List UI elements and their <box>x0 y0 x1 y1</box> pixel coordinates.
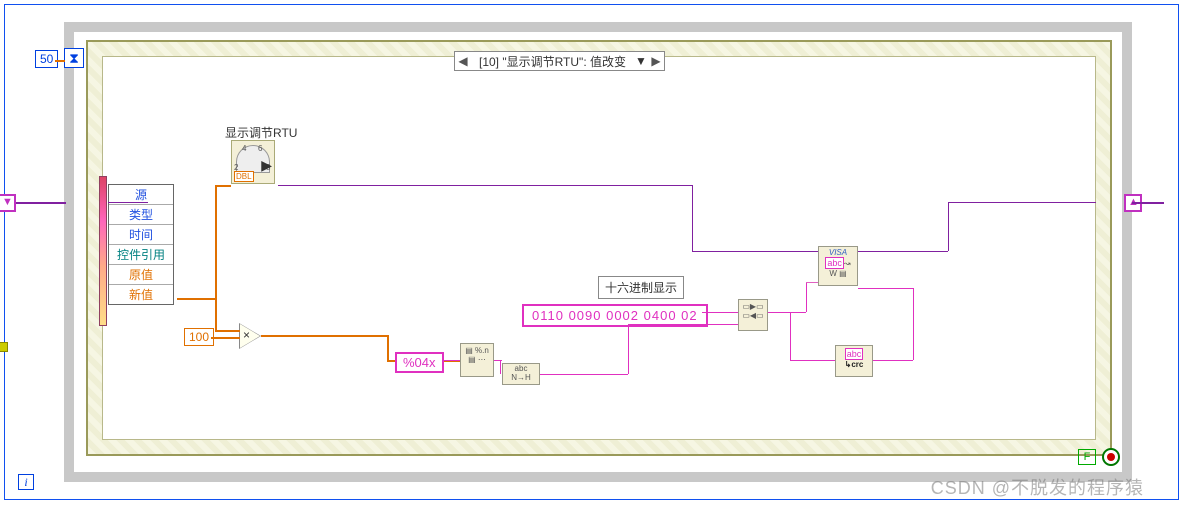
wire <box>628 324 629 374</box>
wire <box>500 360 501 374</box>
wire <box>790 360 835 361</box>
wire <box>692 251 818 252</box>
hex-display-label: 十六进制显示 <box>598 276 684 299</box>
hourglass-icon: ⧗ <box>64 48 84 68</box>
node-glyph: ▤ ⋯ <box>461 355 493 364</box>
shift-register-left <box>0 194 16 212</box>
node-glyph: ▭◀▭ <box>739 311 767 320</box>
wire <box>913 288 914 360</box>
wire <box>540 374 628 375</box>
event-case-selector[interactable]: ◀ [10] "显示调节RTU": 值改变 ▼ ▶ <box>454 51 665 71</box>
wire <box>16 202 66 204</box>
visa-write-node[interactable]: VISA abc↝ W ▤ <box>818 246 858 286</box>
format-into-string-node[interactable]: ▤ %.n ▤ ⋯ <box>460 343 494 377</box>
wire <box>858 251 948 252</box>
dbl-type-tag: DBL <box>234 171 254 182</box>
hex-to-number-node[interactable]: abc N→H <box>502 363 540 385</box>
next-case-arrow-icon[interactable]: ▶ <box>648 54 664 68</box>
wire <box>873 360 913 361</box>
event-field-time: 时间 <box>109 224 173 244</box>
node-glyph: W ▤ <box>819 269 857 278</box>
case-dropdown-icon[interactable]: ▼ <box>634 54 648 68</box>
format-string-constant[interactable]: %04x <box>395 352 444 373</box>
visa-label: VISA <box>819 248 857 257</box>
wire <box>790 312 791 360</box>
wire <box>806 282 818 283</box>
wire <box>278 185 692 186</box>
wire <box>1132 202 1164 204</box>
wire <box>261 335 387 337</box>
numeric-control-terminal[interactable]: 2 4 6 8 ▶ DBL <box>231 140 275 184</box>
event-case-body <box>102 56 1096 440</box>
wire <box>211 337 240 339</box>
wire <box>215 185 231 187</box>
wire <box>692 185 693 251</box>
multiply-symbol-icon: × <box>243 328 250 342</box>
wire <box>858 288 913 289</box>
node-glyph: ▭▶▭ <box>739 302 767 311</box>
loop-condition: F <box>1078 448 1120 466</box>
visa-sublabel: abc↝ <box>819 257 857 269</box>
event-field-type: 类型 <box>109 204 173 224</box>
wire <box>387 335 389 360</box>
wire <box>55 60 65 62</box>
wire <box>444 360 460 361</box>
tunnel <box>0 342 8 352</box>
event-field-oldval: 原值 <box>109 264 173 284</box>
constant-100[interactable]: 100 <box>184 328 214 346</box>
iteration-terminal: i <box>18 474 34 490</box>
event-field-ctlref: 控件引用 <box>109 244 173 264</box>
event-structure <box>86 40 1112 456</box>
dial-mark: 4 <box>242 144 246 153</box>
crc-subvi-node[interactable]: abc ↳crc <box>835 345 873 377</box>
watermark-text: CSDN @不脱发的程序猿 <box>931 474 1144 500</box>
wire <box>628 324 738 325</box>
wire <box>768 312 806 313</box>
node-glyph: N→H <box>503 374 539 382</box>
control-label: 显示调节RTU <box>225 124 297 141</box>
crc-sublabel: ↳crc <box>836 360 872 369</box>
output-arrow-icon: ▶ <box>261 157 272 174</box>
wire <box>177 298 215 300</box>
event-field-newval: 新值 <box>109 284 173 304</box>
wire <box>948 202 1096 203</box>
stop-terminal-icon <box>1102 448 1120 466</box>
crc-label: abc <box>836 348 872 360</box>
wire <box>108 202 148 203</box>
wire <box>806 282 807 312</box>
wait-ms-constant[interactable]: 50 <box>35 50 58 68</box>
concatenate-strings-node[interactable]: ▭▶▭ ▭◀▭ <box>738 299 768 331</box>
node-glyph: ▤ %.n <box>461 346 493 355</box>
dial-mark: 6 <box>258 144 262 153</box>
wire <box>215 330 240 332</box>
event-case-label: [10] "显示调节RTU": 值改变 <box>471 53 634 70</box>
prev-case-arrow-icon[interactable]: ◀ <box>455 54 471 68</box>
wire <box>702 312 738 313</box>
event-data-tunnel <box>99 176 107 326</box>
wire <box>215 185 217 331</box>
labview-block-diagram: 50 ⧗ i F ◀ [10] "显示调节RTU": 值改变 ▼ ▶ 源 类型 … <box>0 0 1184 512</box>
stop-boolean-constant[interactable]: F <box>1078 449 1096 465</box>
wire <box>948 202 949 251</box>
